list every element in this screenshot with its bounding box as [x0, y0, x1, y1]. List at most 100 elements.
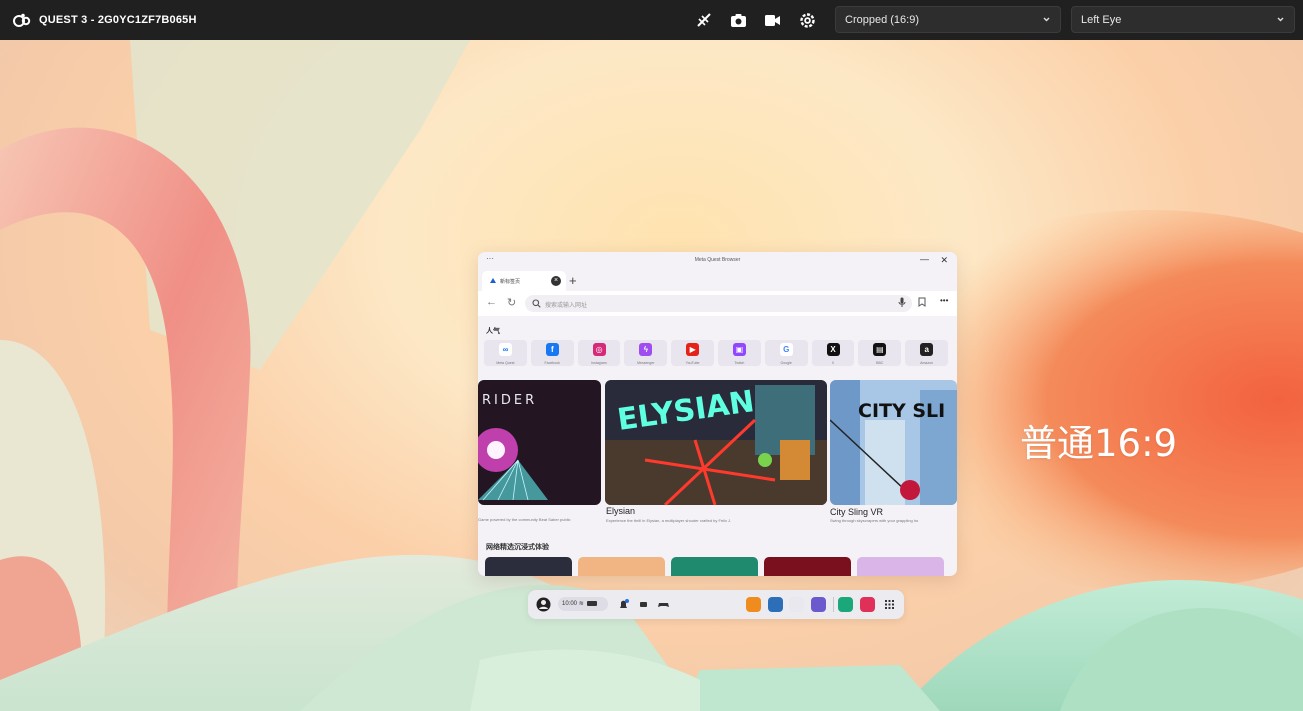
wifi-icon: ≋: [578, 601, 584, 607]
quest-taskbar: 10:00 ≋: [528, 590, 904, 619]
screenshot-icon: [730, 13, 746, 27]
card-thumbnail: CITY SLI: [830, 380, 957, 505]
shortcut-label: Google: [780, 361, 792, 365]
card-title: City Sling VR: [830, 507, 884, 517]
search-icon: [532, 299, 541, 308]
eye-value: Left Eye: [1081, 13, 1122, 26]
taskbar-divider: [833, 597, 834, 612]
screenshot-button[interactable]: [728, 10, 748, 30]
more-options-icon[interactable]: •••: [940, 296, 948, 305]
shortcut-label: Amazon: [920, 361, 933, 365]
url-input[interactable]: 搜索或输入网址: [525, 295, 912, 312]
chevron-down-icon: [1277, 17, 1284, 22]
stop-cast-button[interactable]: [694, 10, 714, 30]
camera-icon[interactable]: [860, 597, 875, 612]
shortcut-facebook[interactable]: f Facebook: [530, 340, 574, 366]
eye-dropdown[interactable]: Left Eye: [1071, 6, 1295, 33]
shortcut-label: BBC: [876, 361, 884, 365]
tab-close-icon[interactable]: ×: [551, 276, 561, 286]
youtube-icon: ▶: [686, 343, 700, 356]
horizon-icon[interactable]: [811, 597, 826, 612]
mini-card[interactable]: [764, 557, 851, 576]
quest-logo-icon: [13, 13, 31, 27]
bookmark-icon[interactable]: [918, 297, 926, 307]
browser-icon[interactable]: [789, 597, 804, 612]
quest-browser-window: ··· Meta Quest Browser — ✕ 新标签页 × + ← ↻ …: [478, 252, 957, 576]
microphone-icon[interactable]: [898, 297, 906, 308]
instagram-icon: ◎: [592, 343, 606, 356]
card-thumbnail: RIDER: [478, 380, 601, 505]
people-icon[interactable]: [636, 597, 651, 612]
featured-card[interactable]: RIDER: [478, 380, 601, 505]
stop-cast-icon: [697, 13, 711, 27]
store-icon[interactable]: [746, 597, 761, 612]
shortcut-instagram[interactable]: ◎ Instagram: [577, 340, 621, 366]
browser-window-title: Meta Quest Browser: [694, 257, 741, 263]
reload-icon[interactable]: ↻: [507, 296, 516, 309]
back-icon[interactable]: ←: [486, 296, 497, 308]
gallery-icon[interactable]: [768, 597, 783, 612]
shortcut-amazon[interactable]: a Amazon: [905, 340, 948, 366]
notifications-icon[interactable]: [616, 597, 631, 612]
settings-icon: [799, 12, 815, 28]
immersive-section-label: 网络精选沉浸式体验: [486, 544, 549, 551]
view-mode-value: Cropped (16:9): [845, 13, 919, 26]
featured-cards: RIDER ELYSIAN CITY SLI: [478, 380, 957, 505]
card-description: Experience the thrill in Elysian, a mult…: [606, 518, 732, 523]
card-description: Game powered by the community Beat Saber…: [478, 517, 571, 522]
card-description: Swing through skyscrapers with your grap…: [830, 518, 919, 523]
mini-card[interactable]: [485, 557, 572, 576]
shortcut-meta-quest[interactable]: ∞ Meta Quest: [484, 340, 527, 366]
shortcut-label: Instagram: [591, 361, 607, 365]
avatar-icon[interactable]: [536, 597, 551, 612]
shortcut-label: Twitch: [734, 361, 745, 365]
google-icon: G: [779, 343, 793, 356]
bbc-icon: ▤: [873, 343, 887, 356]
browser-tab[interactable]: 新标签页 ×: [482, 271, 566, 291]
shortcut-x[interactable]: XX: [811, 340, 855, 366]
quest-tv-icon[interactable]: [838, 597, 853, 612]
shortcut-row: ∞ Meta Quest f Facebook ◎ Instagram ϟ Messenger…: [484, 340, 948, 366]
tab-label: 新标签页: [500, 279, 521, 285]
featured-card[interactable]: CITY SLI: [830, 380, 957, 505]
twitch-icon: ▣: [732, 343, 746, 356]
mini-card-row: [485, 557, 955, 576]
shortcut-messenger[interactable]: ϟ Messenger: [624, 340, 668, 366]
app-library-icon[interactable]: [882, 597, 897, 612]
mini-card[interactable]: [578, 557, 665, 576]
shortcut-label: Facebook: [544, 361, 560, 365]
shortcut-twitch[interactable]: ▣ Twitch: [717, 340, 761, 366]
settings-button[interactable]: [797, 10, 817, 30]
view-mode-dropdown[interactable]: Cropped (16:9): [835, 6, 1061, 33]
card-thumbnail: ELYSIAN: [605, 380, 827, 505]
card-banner-text: CITY SLI: [858, 400, 945, 422]
minimize-icon[interactable]: —: [920, 254, 929, 264]
featured-card[interactable]: ELYSIAN: [605, 380, 827, 505]
messenger-icon: ϟ: [639, 343, 653, 356]
popular-section-label: 人气: [486, 328, 500, 335]
shortcut-label: YouTube: [685, 361, 700, 365]
meta-icon: ∞: [499, 343, 512, 356]
tab-favicon-icon: [490, 278, 496, 283]
browser-titlebar: ··· Meta Quest Browser — ✕: [478, 252, 957, 270]
cast-toolbar: QUEST 3 - 2G0YC1ZF7B065H Cropped (16:9) …: [0, 0, 1303, 40]
close-icon[interactable]: ✕: [940, 255, 948, 266]
x-icon: X: [826, 343, 840, 356]
shortcut-bbc[interactable]: ▤ BBC: [858, 340, 902, 366]
record-icon: [764, 14, 780, 26]
shortcut-youtube[interactable]: ▶ YouTube: [671, 340, 714, 366]
battery-icon: [587, 600, 598, 606]
shortcut-label: Messenger: [637, 361, 655, 365]
shortcut-label: X: [831, 361, 835, 365]
address-bar-row: ← ↻ 搜索或输入网址 •••: [478, 291, 957, 316]
record-button[interactable]: [762, 10, 782, 30]
facebook-icon: f: [545, 343, 559, 356]
mini-card[interactable]: [671, 557, 758, 576]
new-tab-button[interactable]: +: [569, 273, 577, 288]
shortcut-google[interactable]: G Google: [764, 340, 808, 366]
controller-icon[interactable]: [656, 597, 671, 612]
status-pill[interactable]: 10:00 ≋: [558, 597, 608, 611]
mini-card[interactable]: [857, 557, 944, 576]
card-banner-text: RIDER: [482, 393, 537, 408]
chevron-down-icon: [1043, 17, 1050, 22]
